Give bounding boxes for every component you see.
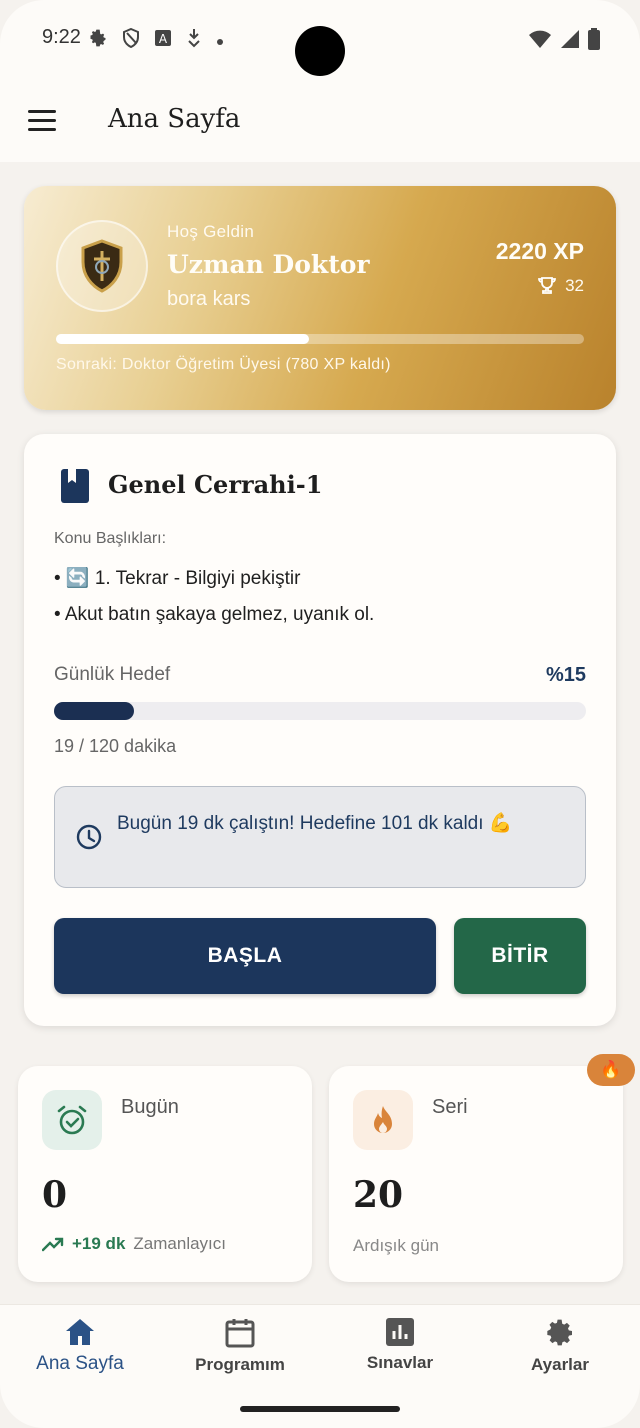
today-trend-desc: Zamanlayıcı bbox=[133, 1234, 226, 1253]
book-icon bbox=[61, 469, 89, 503]
shield-crest-icon bbox=[81, 239, 123, 293]
download-status-icon bbox=[186, 28, 202, 52]
nav-label-home: Ana Sayfa bbox=[36, 1353, 124, 1374]
app-screen: 9:22 A Ana Sayfa Hoş Geldin Uzman Doktor… bbox=[0, 0, 640, 1428]
daily-goal-label: Günlük Hedef bbox=[54, 664, 171, 685]
xp-total: 2220 XP bbox=[495, 238, 584, 264]
gear-icon bbox=[547, 1319, 572, 1346]
today-trend: +19 dk Zamanlayıcı bbox=[42, 1234, 226, 1254]
welcome-text: Hoş Geldin bbox=[167, 222, 255, 241]
home-icon bbox=[66, 1319, 94, 1345]
daily-goal-percent: %15 bbox=[545, 664, 586, 686]
nav-label-program: Programım bbox=[195, 1355, 285, 1374]
streak-stat-card[interactable]: Seri 20 Ardışık gün bbox=[329, 1066, 623, 1282]
camera-cutout bbox=[295, 26, 345, 76]
menu-button[interactable] bbox=[22, 100, 62, 140]
nav-label-settings: Ayarlar bbox=[531, 1355, 589, 1374]
clock-icon bbox=[76, 824, 102, 850]
today-trend-value: +19 dk bbox=[72, 1234, 126, 1253]
chart-icon bbox=[386, 1318, 414, 1346]
trophy-icon bbox=[538, 277, 556, 294]
study-info-box: Bugün 19 dk çalıştın! Hedefine 101 dk ka… bbox=[54, 786, 586, 888]
shield-status-icon bbox=[122, 27, 140, 52]
daily-goal-progress-bar bbox=[54, 702, 586, 720]
status-time: 9:22 bbox=[42, 26, 81, 48]
signal-icon bbox=[560, 29, 580, 54]
status-bar: 9:22 A bbox=[0, 0, 640, 80]
xp-progress-fill bbox=[56, 334, 310, 344]
today-value: 0 bbox=[42, 1174, 68, 1216]
svg-text:A: A bbox=[159, 32, 168, 46]
nav-item-program[interactable]: Programım bbox=[160, 1317, 320, 1397]
calendar-icon bbox=[225, 1319, 255, 1348]
start-button[interactable]: BAŞLA bbox=[54, 918, 436, 994]
fire-icon-box bbox=[353, 1090, 413, 1150]
next-rank-text: Sonraki: Doktor Öğretim Üyesi (780 XP ka… bbox=[56, 356, 391, 373]
nav-label-exams: Sınavlar bbox=[366, 1353, 434, 1372]
today-label: Bugün bbox=[121, 1096, 179, 1118]
settings-status-icon bbox=[88, 28, 108, 52]
battery-icon bbox=[588, 28, 600, 55]
streak-fire-badge: 🔥 bbox=[587, 1054, 635, 1086]
today-stat-card[interactable]: Bugün 0 +19 dk Zamanlayıcı bbox=[18, 1066, 312, 1282]
streak-value: 20 bbox=[353, 1174, 404, 1216]
font-status-icon: A bbox=[154, 29, 172, 51]
topic-item: • Akut batın şakaya gelmez, uyanık ol. bbox=[54, 604, 375, 625]
course-card: Genel Cerrahi-1 Konu Başlıkları: • 🔄 1. … bbox=[24, 434, 616, 1026]
topics-label: Konu Başlıkları: bbox=[54, 530, 167, 547]
finish-button[interactable]: BİTİR bbox=[454, 918, 586, 994]
trending-up-icon bbox=[42, 1237, 64, 1252]
fire-icon bbox=[374, 1106, 392, 1133]
xp-progress-bar bbox=[56, 334, 584, 344]
fire-badge-icon: 🔥 bbox=[600, 1060, 622, 1079]
daily-goal-progress-fill bbox=[54, 702, 134, 720]
streak-label: Seri bbox=[432, 1096, 468, 1118]
home-indicator[interactable] bbox=[240, 1406, 400, 1412]
nav-item-exams[interactable]: Sınavlar bbox=[320, 1317, 480, 1397]
wifi-icon bbox=[528, 29, 552, 54]
trophy-count-row: 32 bbox=[537, 276, 584, 296]
rank-title: Uzman Doktor bbox=[167, 250, 370, 279]
trophy-count: 32 bbox=[565, 276, 584, 295]
app-bar: Ana Sayfa bbox=[0, 80, 640, 162]
streak-sub: Ardışık gün bbox=[353, 1236, 439, 1255]
topic-item: • 🔄 1. Tekrar - Bilgiyi pekiştir bbox=[54, 568, 301, 589]
nav-item-settings[interactable]: Ayarlar bbox=[480, 1317, 640, 1397]
dot-status-icon bbox=[216, 30, 224, 50]
profile-card[interactable]: Hoş Geldin Uzman Doktor bora kars 2220 X… bbox=[24, 186, 616, 410]
nav-item-home[interactable]: Ana Sayfa bbox=[0, 1317, 160, 1397]
daily-goal-minutes: 19 / 120 dakika bbox=[54, 736, 177, 756]
course-title: Genel Cerrahi-1 bbox=[108, 470, 323, 499]
username: bora kars bbox=[167, 288, 251, 310]
page-title: Ana Sayfa bbox=[108, 104, 241, 134]
alarm-clock-icon bbox=[57, 1105, 87, 1135]
rank-badge-avatar bbox=[56, 220, 148, 312]
study-info-text: Bugün 19 dk çalıştın! Hedefine 101 dk ka… bbox=[117, 813, 513, 834]
alarm-icon-box bbox=[42, 1090, 102, 1150]
